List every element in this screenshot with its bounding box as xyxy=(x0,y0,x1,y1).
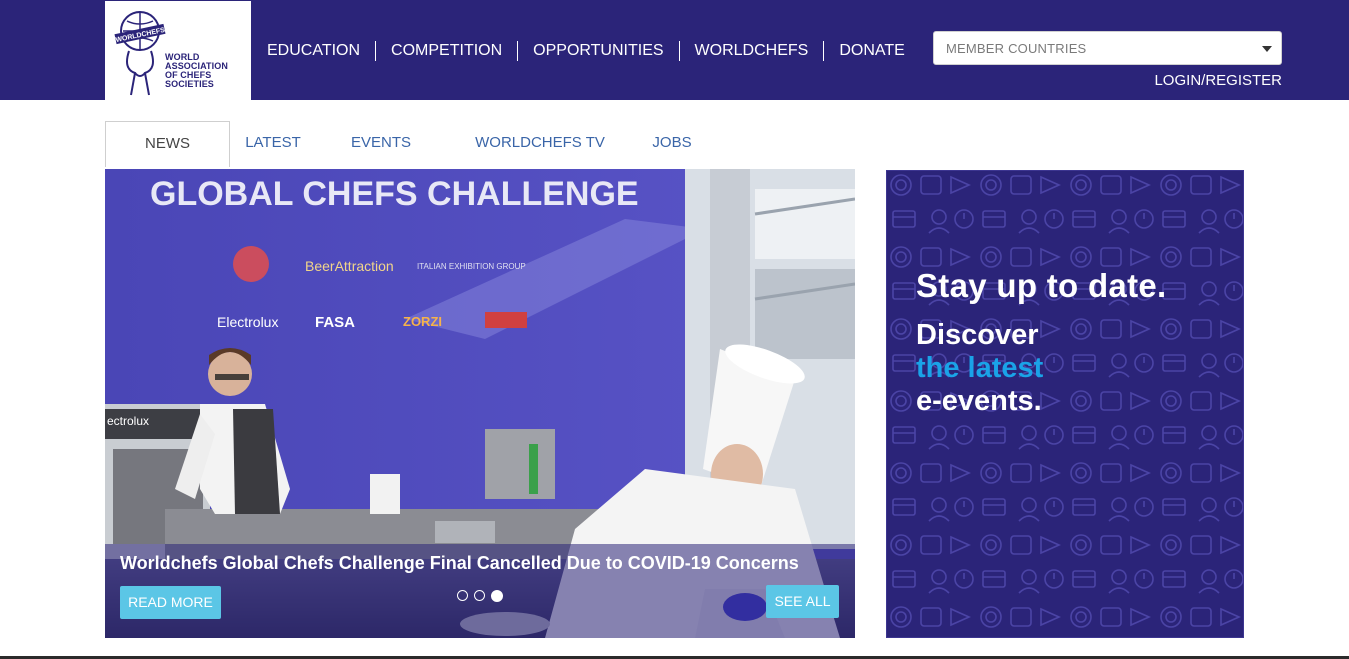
nav-education[interactable]: EDUCATION xyxy=(252,41,375,61)
slider-dot[interactable] xyxy=(457,590,468,601)
tab-events[interactable]: EVENTS xyxy=(341,121,421,167)
sponsor-text: BeerAttraction xyxy=(305,258,394,274)
slider-pagination xyxy=(457,590,503,602)
sponsor-text: ectrolux xyxy=(107,414,149,428)
top-header-bar: WORLDCHEFS WORLD ASSOCIATION OF CHEFS SO… xyxy=(0,0,1349,100)
slider-dot-active[interactable] xyxy=(491,590,503,602)
nav-worldchefs[interactable]: WORLDCHEFS xyxy=(680,41,824,61)
tab-worldchefs-tv[interactable]: WORLDCHEFS TV xyxy=(469,121,611,167)
sponsor-text: FASA xyxy=(315,314,355,331)
nav-competition[interactable]: COMPETITION xyxy=(376,41,517,61)
tab-latest[interactable]: LATEST xyxy=(235,121,311,167)
hero-headline[interactable]: Worldchefs Global Chefs Challenge Final … xyxy=(120,553,799,574)
sponsor-text: ZORZI xyxy=(403,314,442,329)
logo-line: SOCIETIES xyxy=(165,79,214,89)
sponsor-text: ITALIAN EXHIBITION GROUP xyxy=(417,262,526,271)
sponsor-logo-shape xyxy=(485,312,527,328)
ad-line-highlight: the latest xyxy=(916,352,1044,384)
login-register-link[interactable]: LOGIN/REGISTER xyxy=(1154,72,1282,89)
banner-text: GLOBAL CHEFS CHALLENGE xyxy=(150,175,639,213)
sponsor-crest-icon xyxy=(233,246,269,282)
slider-dot[interactable] xyxy=(474,590,485,601)
worldchefs-logo[interactable]: WORLDCHEFS WORLD ASSOCIATION OF CHEFS SO… xyxy=(105,1,251,100)
caret-down-icon xyxy=(1262,46,1272,52)
nav-donate[interactable]: DONATE xyxy=(824,41,919,61)
news-tabs: NEWS LATEST EVENTS WORLDCHEFS TV JOBS xyxy=(105,121,855,167)
member-countries-label: MEMBER COUNTRIES xyxy=(946,41,1087,56)
nav-opportunities[interactable]: OPPORTUNITIES xyxy=(518,41,678,61)
news-hero-slider[interactable]: GLOBAL CHEFS CHALLENGE BeerAttraction IT… xyxy=(105,169,855,638)
e-events-ad-banner[interactable]: Stay up to date. Discover the latest e-e… xyxy=(886,170,1244,638)
member-countries-select[interactable]: MEMBER COUNTRIES xyxy=(933,31,1282,65)
globe-chef-logo-icon: WORLDCHEFS xyxy=(114,11,166,96)
logo-wordmark: WORLD ASSOCIATION OF CHEFS SOCIETIES xyxy=(165,53,228,89)
tab-news[interactable]: NEWS xyxy=(105,121,230,167)
see-all-button[interactable]: SEE ALL xyxy=(766,585,839,618)
sponsor-text: Electrolux xyxy=(217,314,278,330)
main-nav: EDUCATION COMPETITION OPPORTUNITIES WORL… xyxy=(252,40,920,62)
ad-line-events: e-events. xyxy=(916,385,1042,417)
ad-line-discover: Discover xyxy=(916,319,1039,351)
read-more-button[interactable]: READ MORE xyxy=(120,586,221,619)
tab-jobs[interactable]: JOBS xyxy=(645,121,699,167)
ad-headline: Stay up to date. xyxy=(916,267,1167,304)
